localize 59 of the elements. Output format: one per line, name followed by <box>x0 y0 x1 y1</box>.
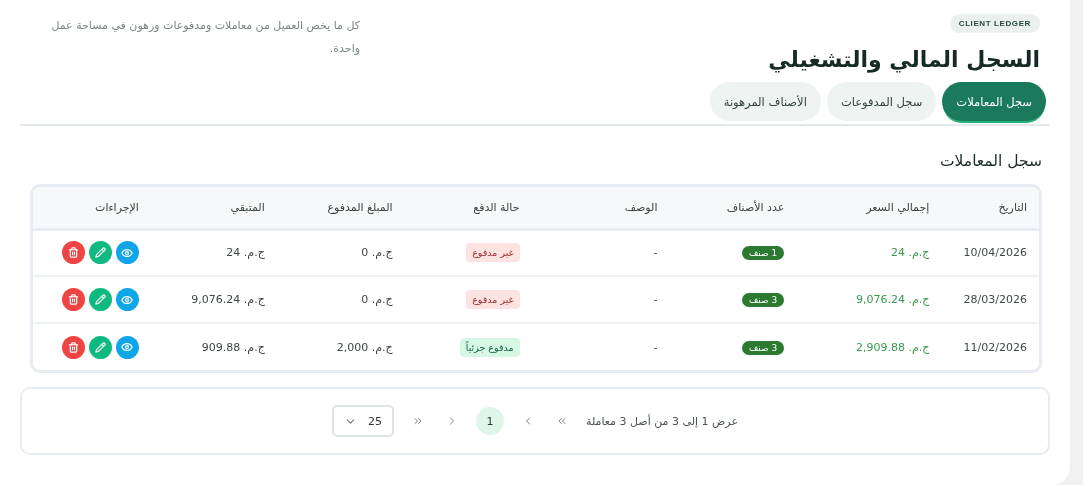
column-header: حالة الدفع <box>404 187 532 229</box>
item-count-tag: 3 صنف <box>742 340 785 355</box>
pencil-icon <box>94 247 106 259</box>
pencil-icon <box>94 341 106 353</box>
description-text: - <box>653 340 658 354</box>
header-badge: CLIENT LEDGER <box>949 14 1040 33</box>
column-header: الوصف <box>531 187 670 229</box>
remaining-text: ج.م. 909.88 <box>201 340 265 354</box>
paid-text: ج.م. 0 <box>361 293 393 306</box>
delete-button[interactable] <box>61 241 85 265</box>
date-text: 11/02/2026 <box>963 340 1027 354</box>
description-text: - <box>653 293 658 306</box>
view-button[interactable] <box>115 241 139 265</box>
column-header: المبلغ المدفوع <box>276 187 405 229</box>
eye-icon <box>121 293 134 306</box>
pagination-summary: عرض 1 إلى 3 من أصل 3 معاملة <box>586 414 738 428</box>
paid-text: ج.م. 2,000 <box>336 340 393 354</box>
payment-status-tag: غير مدفوع <box>466 290 520 309</box>
column-header: المتبقي <box>150 187 277 229</box>
eye-icon <box>121 341 134 353</box>
remaining-text: ج.م. 9,076.24 <box>191 293 265 306</box>
column-header: إجمالي السعر <box>796 187 942 229</box>
delete-button[interactable] <box>61 288 85 311</box>
payment-status-tag: مدفوع جزئياً <box>459 337 520 357</box>
payment-status-tag: غير مدفوع <box>466 243 520 263</box>
date-text: 10/04/2026 <box>963 246 1027 260</box>
tab[interactable]: سجل المعاملات <box>942 82 1046 121</box>
total-text: ج.م. 2,909.88 <box>855 340 930 354</box>
view-button[interactable] <box>115 288 139 311</box>
date-text: 28/03/2026 <box>963 293 1027 306</box>
edit-button[interactable] <box>88 335 112 359</box>
column-header: التاريخ <box>941 187 1039 229</box>
column-header: الإجراءات <box>33 187 151 229</box>
item-count-tag: 3 صنف <box>742 293 785 307</box>
pencil-icon <box>94 294 106 305</box>
section-title: سجل المعاملات <box>939 152 1042 170</box>
remaining-text: ج.م. 24 <box>226 246 265 260</box>
tab[interactable]: الأصناف المرهونة <box>709 82 821 121</box>
trash-icon <box>67 247 79 259</box>
edit-button[interactable] <box>88 241 112 265</box>
trash-icon <box>67 341 79 353</box>
total-text: ج.م. 24 <box>890 246 930 260</box>
double-chevron-right-icon <box>412 415 424 427</box>
page-size-select[interactable]: 25 <box>332 405 394 437</box>
page-description: كل ما يخص العميل من معاملات ومدفوعات ورهون في مساحة عمل واحدة. <box>50 18 360 57</box>
tab[interactable]: سجل المدفوعات <box>826 82 937 121</box>
delete-button[interactable] <box>61 335 85 359</box>
page-button[interactable]: 1 <box>476 407 504 435</box>
trash-icon <box>67 294 79 305</box>
item-count-tag: 1 صنف <box>742 246 785 261</box>
eye-icon <box>121 246 134 259</box>
description-text: - <box>653 246 658 260</box>
page-title: السجل المالي والتشغيلي <box>768 47 1040 72</box>
view-button[interactable] <box>115 335 139 359</box>
total-text: ج.م. 9,076.24 <box>855 293 930 306</box>
paid-text: ج.م. 0 <box>361 246 393 260</box>
edit-button[interactable] <box>88 288 112 311</box>
double-chevron-left-icon <box>556 415 568 427</box>
column-header: عدد الأصناف <box>669 187 797 229</box>
